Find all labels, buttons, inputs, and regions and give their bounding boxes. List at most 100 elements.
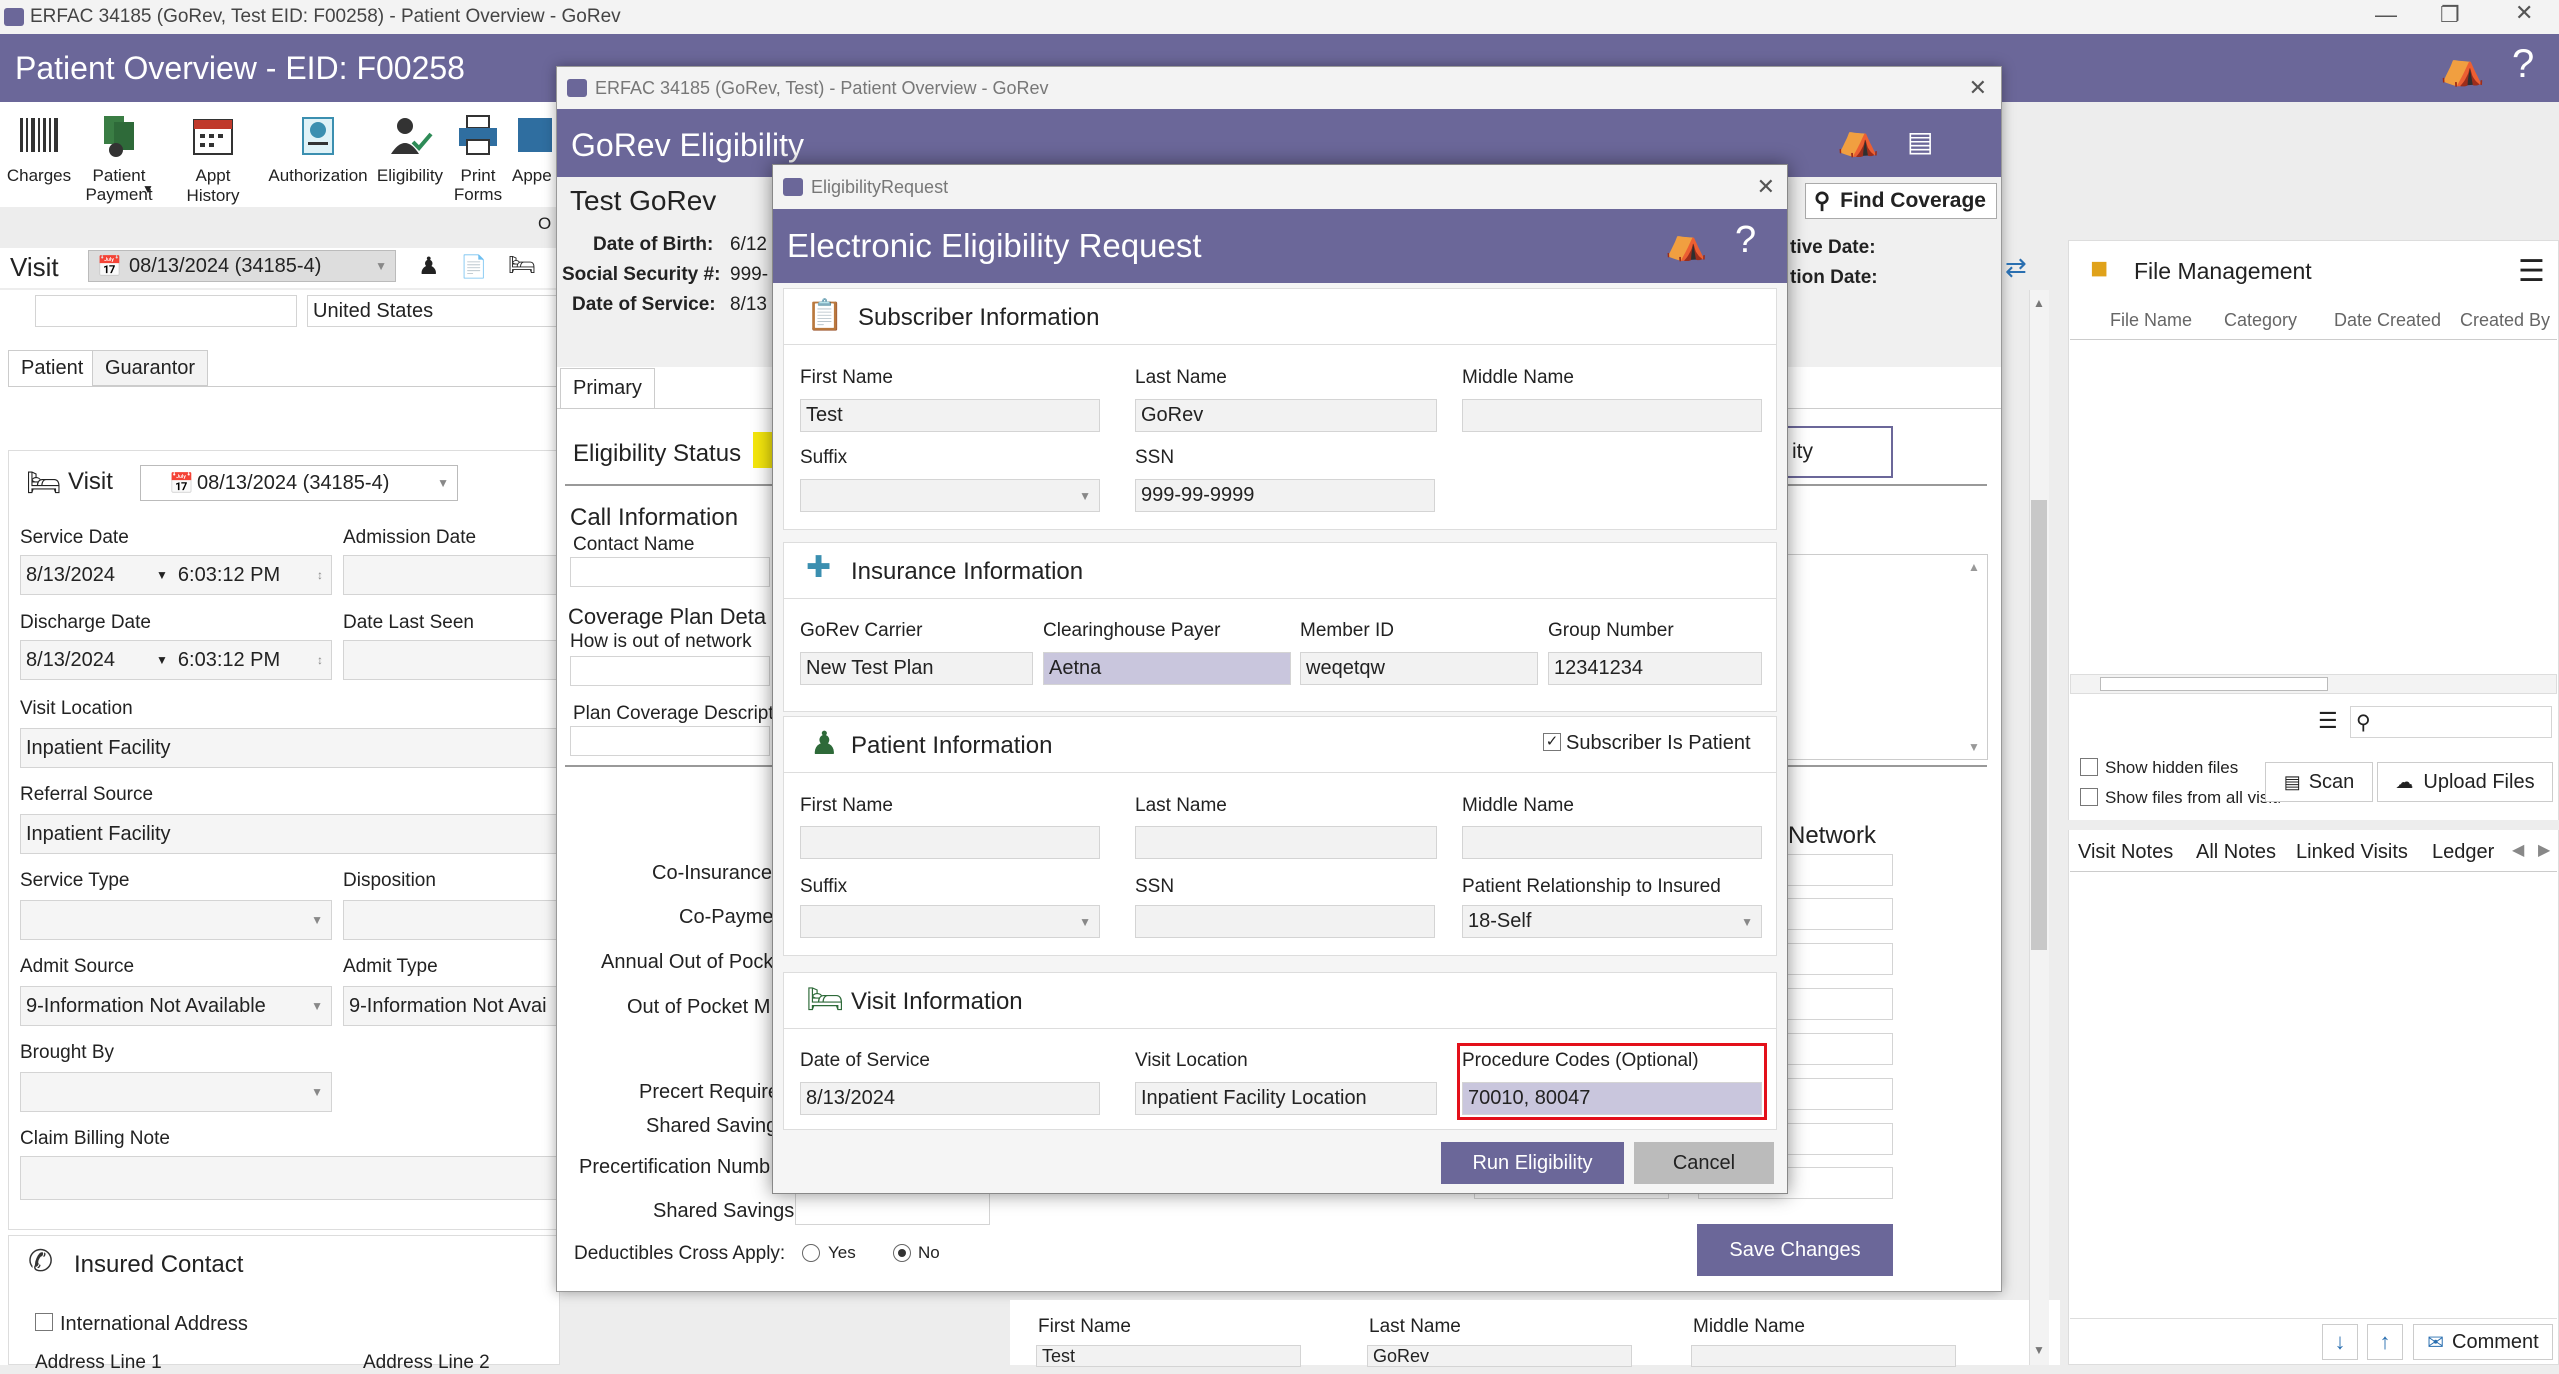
brought-by-select[interactable]: ▼ [20, 1072, 332, 1112]
pat-last-name-input[interactable] [1135, 826, 1437, 859]
claim-billing-note-input[interactable] [20, 1156, 560, 1200]
restore-button[interactable]: ❐ [2440, 2, 2460, 28]
date-last-seen-input[interactable] [343, 640, 560, 680]
file-search-input[interactable]: ⚲ [2350, 706, 2552, 738]
tab-all-notes[interactable]: All Notes [2196, 841, 2276, 864]
tab-linked-visits[interactable]: Linked Visits [2296, 841, 2408, 864]
disposition-select[interactable] [343, 900, 560, 940]
upload-files-button[interactable]: ☁ Upload Files [2377, 762, 2553, 802]
referral-source-input[interactable]: Inpatient Facility [20, 814, 560, 854]
chart-icon[interactable]: ▤ [1907, 125, 1933, 158]
pat-middle-name-input[interactable] [1462, 826, 1762, 859]
relationship-select[interactable]: 18-Self ▼ [1462, 905, 1762, 938]
pat-ssn-input[interactable] [1135, 905, 1435, 938]
id-card-icon[interactable]: 📄 [460, 254, 487, 280]
move-down-button[interactable]: ↓ [2322, 1324, 2358, 1360]
minimize-button[interactable]: — [2375, 2, 2397, 28]
notes-box[interactable] [1782, 554, 1988, 760]
bed-icon[interactable]: 🛏 [508, 252, 536, 278]
help-icon[interactable]: ? [1735, 219, 1756, 262]
comment-button[interactable]: ✉ Comment [2413, 1324, 2553, 1360]
sub-last-name-input[interactable]: GoRev [1135, 399, 1437, 432]
plan-coverage-input[interactable] [570, 726, 770, 756]
group-number-input[interactable]: 12341234 [1548, 652, 1762, 685]
service-date-input[interactable]: 8/13/2024 ▼ 6:03:12 PM ↕ [20, 555, 332, 595]
tab-ledger[interactable]: Ledger [2432, 841, 2494, 864]
admit-source-select[interactable]: 9-Information Not Available ▼ [20, 986, 332, 1026]
visit-section-select[interactable]: 📅 08/13/2024 (34185-4) ▼ [140, 465, 458, 501]
scroll-down-icon[interactable]: ▼ [1968, 740, 1980, 754]
move-up-button[interactable]: ↑ [2367, 1324, 2403, 1360]
discharge-date-input[interactable]: 8/13/2024 ▼ 6:03:12 PM ↕ [20, 640, 332, 680]
show-all-checkbox[interactable] [2080, 788, 2098, 806]
scrollbar-thumb[interactable] [2100, 677, 2328, 691]
patient-icon[interactable]: ♟ [418, 252, 440, 281]
appeals-button[interactable]: Appe [512, 112, 560, 186]
scroll-down-icon[interactable]: ▼ [2033, 1343, 2045, 1357]
tab-visit-notes[interactable]: Visit Notes [2078, 841, 2173, 864]
first-name-input[interactable]: Test [1036, 1345, 1301, 1367]
find-coverage-button[interactable]: ⚲ Find Coverage [1805, 183, 1997, 219]
payer-select[interactable]: Aetna [1043, 652, 1291, 685]
spinner-icon[interactable]: ↕ [317, 568, 323, 582]
pat-first-name-input[interactable] [800, 826, 1100, 859]
subscriber-is-patient-checkbox[interactable]: ✓ [1543, 733, 1561, 751]
refresh-icon[interactable]: ⇄ [2005, 252, 2027, 283]
service-type-select[interactable]: ▼ [20, 900, 332, 940]
out-of-network-input[interactable] [570, 656, 770, 686]
yes-radio[interactable] [802, 1244, 820, 1262]
scroll-up-icon[interactable]: ▲ [1968, 560, 1980, 574]
appt-history-button[interactable]: Appt History [168, 112, 258, 206]
help-icon[interactable]: ? [2512, 42, 2534, 87]
chevron-right-icon[interactable]: ▶ [2538, 840, 2550, 860]
column-header[interactable]: Date Created [2334, 310, 2441, 331]
patient-payment-button[interactable]: Patient Payment ▼ [85, 112, 154, 204]
spinner-icon[interactable]: ↕ [317, 653, 323, 667]
support-icon[interactable]: ⛺ [1665, 223, 1707, 263]
print-forms-button[interactable]: Print Forms [448, 112, 508, 204]
procedure-codes-input[interactable]: 70010, 80047 [1462, 1082, 1762, 1115]
country-input[interactable]: United States [307, 295, 560, 327]
close-button[interactable]: ✕ [1757, 174, 1775, 200]
member-id-input[interactable]: weqetqw [1300, 652, 1538, 685]
tab-guarantor[interactable]: Guarantor [92, 350, 209, 386]
close-button[interactable]: ✕ [1969, 75, 1987, 101]
tab-primary[interactable]: Primary [560, 368, 655, 408]
cancel-button[interactable]: Cancel [1634, 1142, 1774, 1184]
run-eligibility-button[interactable]: Run Eligibility [1441, 1142, 1624, 1184]
sub-first-name-input[interactable]: Test [800, 399, 1100, 432]
last-name-input[interactable]: GoRev [1367, 1345, 1632, 1367]
no-radio[interactable] [893, 1244, 911, 1262]
international-address-checkbox[interactable] [35, 1313, 53, 1331]
admission-date-input[interactable] [343, 555, 560, 595]
scrollbar-thumb[interactable] [2031, 500, 2047, 950]
chevron-left-icon[interactable]: ◀ [2512, 840, 2524, 860]
scroll-up-icon[interactable]: ▲ [2033, 296, 2045, 310]
sub-ssn-input[interactable]: 999-99-9999 [1135, 479, 1435, 512]
admit-type-select[interactable]: 9-Information Not Avai [343, 986, 560, 1026]
visit-dos-input[interactable]: 8/13/2024 [800, 1082, 1100, 1115]
chevron-down-icon[interactable]: ▼ [156, 568, 168, 582]
pat-suffix-select[interactable]: ▼ [800, 905, 1100, 938]
visit-location-info-input[interactable]: Inpatient Facility Location [1135, 1082, 1437, 1115]
shared-savings-input[interactable] [795, 1193, 990, 1225]
show-hidden-checkbox[interactable] [2080, 758, 2098, 776]
eligibility-button[interactable]: Eligibility [372, 112, 448, 186]
column-header[interactable]: File Name [2110, 310, 2192, 331]
authorization-button[interactable]: Authorization [268, 112, 368, 186]
contact-name-input[interactable] [570, 557, 770, 587]
support-icon[interactable]: ⛺ [1837, 119, 1879, 159]
sub-suffix-select[interactable]: ▼ [800, 479, 1100, 512]
support-icon[interactable]: ⛺ [2440, 46, 2485, 88]
chevron-down-icon[interactable]: ▼ [156, 653, 168, 667]
sub-middle-name-input[interactable] [1462, 399, 1762, 432]
middle-name-input[interactable] [1691, 1345, 1956, 1367]
tab-patient[interactable]: Patient [8, 350, 97, 386]
scan-button[interactable]: ▤ Scan [2265, 762, 2373, 802]
charges-button[interactable]: Charges [7, 112, 71, 186]
list-view-icon[interactable]: ☰ [2318, 708, 2338, 734]
address-input[interactable] [35, 295, 297, 327]
column-header[interactable]: Created By [2460, 310, 2550, 331]
column-header[interactable]: Category [2224, 310, 2297, 331]
save-changes-button[interactable]: Save Changes [1697, 1224, 1893, 1276]
